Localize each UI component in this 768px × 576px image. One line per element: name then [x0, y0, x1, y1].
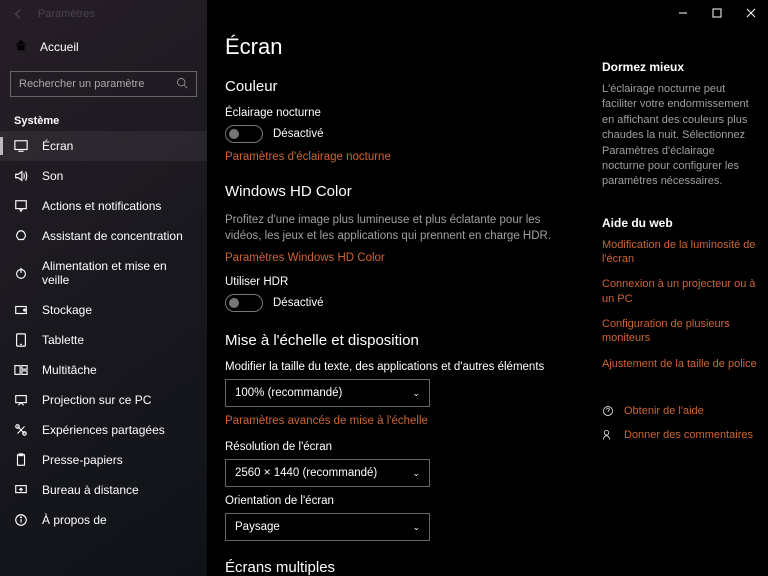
webhelp-heading: Aide du web: [602, 216, 760, 230]
nav-power[interactable]: Alimentation et mise en veille: [0, 251, 207, 295]
power-icon: [14, 266, 28, 280]
nav-clipboard[interactable]: Presse-papiers: [0, 445, 207, 475]
section-heading-scale: Mise à l'échelle et disposition: [225, 332, 602, 349]
maximize-button[interactable]: [700, 0, 734, 26]
webhelp-link[interactable]: Ajustement de la taille de police: [602, 357, 760, 371]
main-content: Écran Couleur Éclairage nocturne Désacti…: [207, 0, 602, 576]
get-help-link[interactable]: Obtenir de l'aide: [602, 405, 760, 417]
focus-icon: [14, 229, 28, 243]
nav-focus[interactable]: Assistant de concentration: [0, 221, 207, 251]
orientation-value: Paysage: [235, 521, 280, 533]
scale-value: 100% (recommandé): [235, 387, 342, 399]
category-label: Système: [0, 105, 207, 131]
nightlight-label: Éclairage nocturne: [225, 107, 602, 119]
nav-item-label: Assistant de concentration: [42, 229, 183, 243]
resolution-select[interactable]: 2560 × 1440 (recommandé) ⌄: [225, 459, 430, 487]
chevron-down-icon: ⌄: [412, 468, 420, 479]
hdr-label: Utiliser HDR: [225, 276, 602, 288]
help-icon: [602, 405, 614, 417]
nav-item-label: Tablette: [42, 333, 84, 347]
search-placeholder: Rechercher un paramètre: [19, 78, 144, 90]
nightlight-toggle[interactable]: [225, 125, 263, 143]
page-title: Écran: [225, 34, 602, 60]
nav-tablet[interactable]: Tablette: [0, 325, 207, 355]
nav-remote[interactable]: Bureau à distance: [0, 475, 207, 505]
resolution-label: Résolution de l'écran: [225, 441, 602, 453]
nav-list: Écran Son Actions et notifications Assis…: [0, 131, 207, 576]
webhelp-link[interactable]: Modification de la luminosité de l'écran: [602, 238, 760, 267]
clipboard-icon: [14, 453, 28, 467]
window-controls: [666, 0, 768, 26]
webhelp-link[interactable]: Configuration de plusieurs moniteurs: [602, 317, 760, 346]
nav-item-label: Son: [42, 169, 63, 183]
nav-item-label: Stockage: [42, 303, 92, 317]
multitask-icon: [14, 363, 28, 377]
hdr-toggle[interactable]: [225, 294, 263, 312]
tip-heading: Dormez mieux: [602, 60, 760, 74]
feedback-label: Donner des commentaires: [624, 429, 753, 441]
display-icon: [14, 139, 28, 153]
nav-item-label: Projection sur ce PC: [42, 393, 151, 407]
scale-label: Modifier la taille du texte, des applica…: [225, 361, 602, 373]
nav-item-label: Bureau à distance: [42, 483, 139, 497]
search-input[interactable]: Rechercher un paramètre: [10, 71, 197, 97]
nav-projection[interactable]: Projection sur ce PC: [0, 385, 207, 415]
shared-icon: [14, 423, 28, 437]
projection-icon: [14, 393, 28, 407]
nav-item-label: Multitâche: [42, 363, 97, 377]
sound-icon: [14, 169, 28, 183]
chevron-down-icon: ⌄: [412, 522, 420, 533]
remote-icon: [14, 483, 28, 497]
home-button[interactable]: Accueil: [0, 30, 207, 63]
tablet-icon: [14, 333, 28, 347]
close-button[interactable]: [734, 0, 768, 26]
nightlight-settings-link[interactable]: Paramètres d'éclairage nocturne: [225, 151, 602, 163]
orientation-label: Orientation de l'écran: [225, 495, 602, 507]
nav-item-label: Presse-papiers: [42, 453, 123, 467]
nav-shared[interactable]: Expériences partagées: [0, 415, 207, 445]
nav-son[interactable]: Son: [0, 161, 207, 191]
storage-icon: [14, 303, 28, 317]
section-heading-hdcolor: Windows HD Color: [225, 183, 602, 200]
nav-ecran[interactable]: Écran: [0, 131, 207, 161]
nav-notifications[interactable]: Actions et notifications: [0, 191, 207, 221]
section-heading-color: Couleur: [225, 78, 602, 95]
nav-item-label: Alimentation et mise en veille: [42, 259, 193, 287]
right-panel: Dormez mieux L'éclairage nocturne peut f…: [602, 60, 760, 453]
orientation-select[interactable]: Paysage ⌄: [225, 513, 430, 541]
hdcolor-desc: Profitez d'une image plus lumineuse et p…: [225, 212, 555, 244]
feedback-icon: [602, 429, 614, 441]
feedback-link[interactable]: Donner des commentaires: [602, 429, 760, 441]
nav-about[interactable]: À propos de: [0, 505, 207, 535]
resolution-value: 2560 × 1440 (recommandé): [235, 467, 377, 479]
minimize-button[interactable]: [666, 0, 700, 26]
search-icon: [176, 77, 188, 92]
notifications-icon: [14, 199, 28, 213]
nav-item-label: Actions et notifications: [42, 199, 161, 213]
home-label: Accueil: [40, 40, 79, 54]
nav-item-label: Expériences partagées: [42, 423, 165, 437]
tip-text: L'éclairage nocturne peut faciliter votr…: [602, 82, 760, 190]
advanced-scale-link[interactable]: Paramètres avancés de mise à l'échelle: [225, 415, 602, 427]
hdcolor-settings-link[interactable]: Paramètres Windows HD Color: [225, 252, 602, 264]
get-help-label: Obtenir de l'aide: [624, 405, 704, 417]
scale-select[interactable]: 100% (recommandé) ⌄: [225, 379, 430, 407]
home-icon: [14, 38, 28, 55]
nav-item-label: À propos de: [42, 513, 107, 527]
section-heading-multi: Écrans multiples: [225, 559, 602, 576]
hdr-state: Désactivé: [273, 297, 324, 309]
sidebar: Accueil Rechercher un paramètre Système …: [0, 0, 207, 576]
nav-multitask[interactable]: Multitâche: [0, 355, 207, 385]
info-icon: [14, 513, 28, 527]
nav-storage[interactable]: Stockage: [0, 295, 207, 325]
nav-item-label: Écran: [42, 139, 73, 153]
webhelp-link[interactable]: Connexion à un projecteur ou à un PC: [602, 277, 760, 306]
chevron-down-icon: ⌄: [412, 388, 420, 399]
nightlight-state: Désactivé: [273, 128, 324, 140]
